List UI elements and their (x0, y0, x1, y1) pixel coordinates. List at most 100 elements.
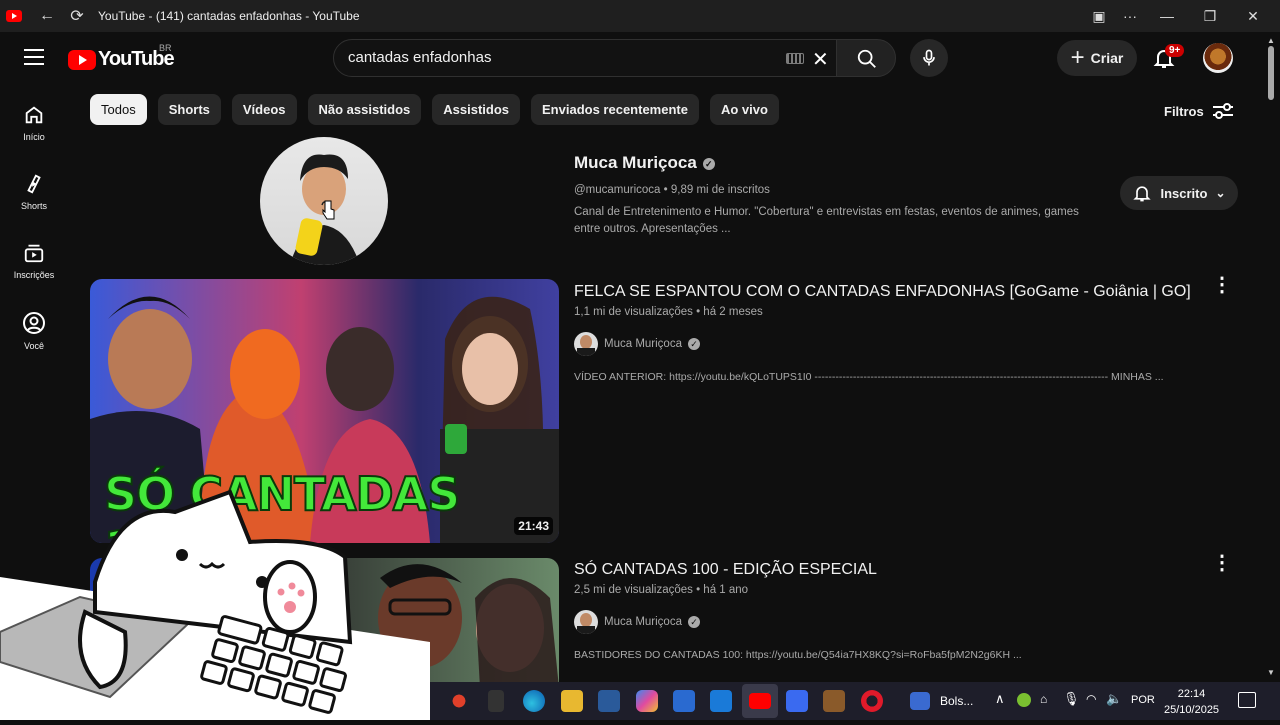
menu-icon[interactable] (24, 49, 44, 65)
keyboard-icon[interactable] (786, 53, 804, 64)
close-window-button[interactable]: ✕ (1231, 0, 1275, 32)
channel-name[interactable]: Muca Muriçoca ✓ (574, 153, 715, 173)
chip-watched[interactable]: Assistidos (432, 94, 521, 125)
create-button[interactable]: + Criar (1057, 40, 1137, 76)
chip-recently-uploaded[interactable]: Enviados recentemente (531, 94, 699, 125)
tray-icon[interactable]: ⌂ (1040, 692, 1047, 706)
youtube-favicon-icon (6, 10, 22, 22)
home-icon (25, 106, 43, 124)
verified-icon: ✓ (687, 338, 700, 350)
video-channel-name: Muca Muriçoca (604, 616, 682, 628)
microphone-icon (923, 49, 935, 66)
chip-all[interactable]: Todos (90, 94, 147, 125)
video-meta: 2,5 mi de visualizações • há 1 ano (574, 584, 749, 596)
video-channel[interactable]: Muca Muriçoca ✓ (574, 332, 700, 356)
video-description: BASTIDORES DO CANTADAS 100: https://yout… (574, 649, 1022, 661)
chip-unwatched[interactable]: Não assistidos (307, 94, 422, 125)
app-icon[interactable] (488, 690, 504, 712)
video-title[interactable]: SÓ CANTADAS 100 - EDIÇÃO ESPECIAL (574, 561, 877, 579)
subscribed-button[interactable]: Inscrito ⌄ (1120, 176, 1238, 210)
channel-mini-avatar (574, 332, 598, 356)
clock[interactable]: 22:14 25/10/2025 (1164, 686, 1219, 718)
youtube-app-icon[interactable] (749, 693, 771, 709)
filter-chips: Todos Shorts Vídeos Não assistidos Assis… (90, 94, 779, 125)
edge-browser-icon[interactable] (523, 690, 545, 712)
search-button[interactable] (836, 39, 896, 77)
stocks-label[interactable]: Bols... (940, 694, 973, 708)
channel-name-text: Muca Muriçoca (574, 153, 697, 172)
country-code: BR (159, 43, 172, 53)
scroll-up-icon[interactable]: ▲ (1267, 36, 1275, 45)
video-meta: 1,1 mi de visualizações • há 2 meses (574, 306, 763, 318)
minimize-button[interactable]: — (1145, 0, 1189, 32)
video-channel[interactable]: Muca Muriçoca ✓ (574, 610, 700, 634)
shorts-icon (27, 174, 41, 194)
sidebar-item-shorts[interactable]: Shorts (0, 173, 68, 211)
sidebar-item-you[interactable]: Você (0, 311, 68, 351)
mail-icon[interactable] (710, 690, 732, 712)
create-label: Criar (1090, 50, 1124, 66)
stocks-widget-icon[interactable] (910, 692, 930, 710)
notifications-badge: 9+ (1165, 44, 1185, 57)
sidebar-label: Início (23, 132, 45, 142)
back-icon[interactable]: ← (32, 7, 62, 25)
microphone-tray-icon[interactable]: 🎙 (1063, 691, 1080, 707)
channel-description: Canal de Entretenimento e Humor. "Cobert… (574, 206, 1079, 235)
chip-videos[interactable]: Vídeos (231, 94, 297, 125)
minecraft-icon[interactable] (823, 690, 845, 712)
voice-search-button[interactable] (910, 39, 948, 77)
verified-icon: ✓ (687, 616, 700, 628)
bell-icon (1133, 186, 1152, 202)
video-title[interactable]: FELCA SE ESPANTOU COM O CANTADAS ENFADON… (574, 283, 1191, 301)
sliders-icon (1212, 103, 1233, 119)
notification-center-icon[interactable] (1238, 692, 1256, 708)
you-icon (23, 312, 45, 334)
clock-date: 25/10/2025 (1164, 704, 1220, 716)
reload-icon[interactable]: ⟳ (62, 6, 92, 26)
browser-title-bar: ← ⟳ YouTube - (141) cantadas enfadonhas … (0, 0, 1280, 32)
bongo-cat-overlay (0, 482, 430, 720)
sidebar-label: Shorts (20, 201, 47, 211)
sidebar-item-subscriptions[interactable]: Inscrições (0, 242, 68, 280)
page-scrollbar[interactable]: ▲ ▼ (1262, 32, 1280, 688)
chip-live[interactable]: Ao vivo (709, 94, 779, 125)
opera-browser-icon[interactable] (861, 690, 883, 712)
copilot-icon[interactable] (636, 690, 658, 712)
app-icon[interactable] (598, 690, 620, 712)
restore-button[interactable]: ❐ (1188, 0, 1232, 32)
video-options-icon[interactable]: ⋮ (1212, 553, 1232, 573)
wifi-icon[interactable]: ◠ (1086, 692, 1096, 706)
search-input[interactable] (348, 49, 768, 66)
volume-icon[interactable]: 🔈 (1106, 691, 1122, 707)
file-explorer-icon[interactable] (561, 690, 583, 712)
search-icon (857, 49, 876, 68)
filters-button[interactable]: Filtros (1164, 102, 1234, 120)
language-indicator[interactable]: POR (1131, 694, 1155, 706)
clock-time: 22:14 (1177, 688, 1206, 700)
app-icon[interactable] (786, 690, 808, 712)
subscribed-label: Inscrito (1160, 185, 1208, 201)
window-title: YouTube - (141) cantadas enfadonhas - Yo… (98, 9, 360, 23)
sidebar-label: Você (23, 341, 45, 351)
game-app-icon[interactable] (448, 690, 470, 712)
video-options-icon[interactable]: ⋮ (1212, 275, 1232, 295)
plus-icon: + (1070, 44, 1085, 71)
tray-chevron-up-icon[interactable]: ∧ (995, 691, 1005, 707)
youtube-header: YouTube BR ✕ + Criar 9+ (0, 32, 1262, 84)
tray-app-icon[interactable] (1017, 693, 1031, 707)
scroll-down-icon[interactable]: ▼ (1267, 668, 1275, 677)
youtube-logo[interactable]: YouTube BR (68, 43, 175, 71)
bongo-cat-image (0, 489, 430, 720)
sidebar-item-home[interactable]: Início (0, 104, 68, 142)
subscriptions-icon (24, 244, 44, 263)
sidebar-label: Inscrições (13, 270, 55, 280)
scrollbar-thumb[interactable] (1268, 46, 1274, 100)
user-avatar[interactable] (1203, 43, 1233, 73)
filters-label: Filtros (1164, 103, 1204, 119)
chip-shorts[interactable]: Shorts (157, 94, 221, 125)
clear-search-icon[interactable]: ✕ (812, 47, 829, 72)
chevron-down-icon: ⌄ (1215, 186, 1226, 200)
search-box[interactable]: ✕ (333, 39, 837, 77)
store-icon[interactable] (673, 690, 695, 712)
video-duration: 21:43 (514, 517, 553, 535)
